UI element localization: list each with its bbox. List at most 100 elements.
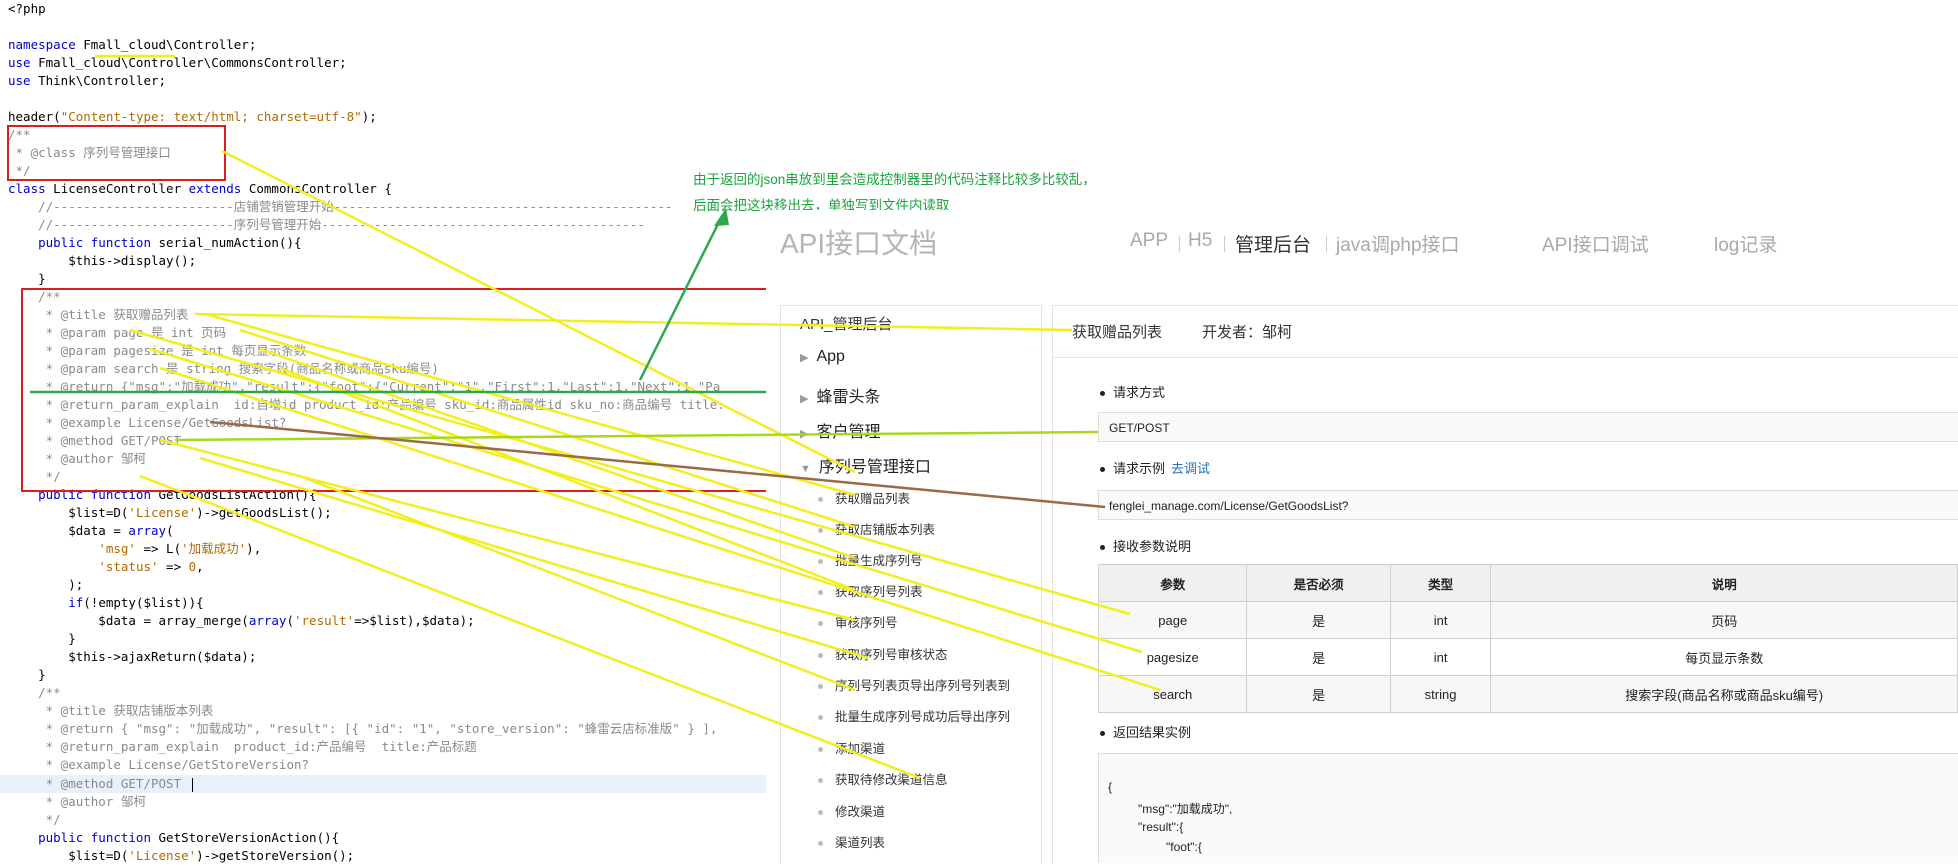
- bullet-icon: [818, 684, 823, 690]
- result-line: "result":{: [1138, 820, 1184, 834]
- sidebar-title: API_管理后台: [800, 316, 893, 333]
- bullet-icon: [818, 653, 823, 659]
- sidebar-item[interactable]: 获取序列号列表: [818, 581, 923, 600]
- bullet-icon: [818, 810, 823, 816]
- code-line[interactable]: <?php: [8, 0, 46, 18]
- result-line: {: [1108, 780, 1113, 794]
- code-line[interactable]: 'status' => 0,: [8, 558, 203, 576]
- example-url-value: fenglei_manage.com/License/GetGoodsList?: [1098, 490, 1958, 520]
- sidebar-item[interactable]: 获取待修改渠道信息: [818, 769, 948, 788]
- code-line[interactable]: use Fmall_cloud\Controller\CommonsContro…: [8, 54, 347, 72]
- code-line[interactable]: if(!empty($list)){: [8, 594, 203, 612]
- sidebar-item[interactable]: 审核序列号: [818, 612, 898, 631]
- bullet-icon: [818, 528, 823, 534]
- table-header: 类型: [1389, 564, 1492, 602]
- table-cell: 搜索字段(商品名称或商品sku编号): [1490, 675, 1958, 713]
- highlight-box-method-comment: [21, 288, 768, 492]
- request-method-value: GET/POST: [1098, 412, 1958, 442]
- code-line[interactable]: * @example License/GetStoreVersion?: [8, 756, 309, 774]
- table-cell: page: [1097, 601, 1248, 639]
- code-line[interactable]: * @author 邹柯: [8, 793, 146, 811]
- params-table: 参数 是否必须 类型 说明 page 是 int 页码 pagesize 是 i…: [1097, 564, 1958, 713]
- table-cell: int: [1389, 601, 1492, 639]
- bullet-icon: [818, 621, 823, 627]
- code-line[interactable]: */: [8, 811, 61, 829]
- section-result: 返回结果实例: [1100, 722, 1191, 741]
- table-cell: 每页显示条数: [1490, 638, 1958, 676]
- table-row: page 是 int 页码: [1097, 601, 1958, 639]
- code-line[interactable]: public function serial_numAction(){: [8, 234, 301, 252]
- nav-admin[interactable]: 管理后台: [1235, 230, 1311, 257]
- sidebar-group-toutiao[interactable]: ▶ 蜂雷头条: [800, 383, 880, 407]
- nav-app[interactable]: APP: [1130, 230, 1168, 252]
- bullet-icon: [818, 559, 823, 565]
- sidebar-group-customer[interactable]: ▶ 客户管理: [800, 418, 880, 442]
- table-cell: 是: [1246, 675, 1391, 713]
- section-params: 接收参数说明: [1100, 536, 1191, 555]
- code-line[interactable]: }: [8, 270, 46, 288]
- code-line[interactable]: //------------------------序列号管理开始-------…: [8, 216, 645, 234]
- code-line[interactable]: 'msg' => L('加载成功'),: [8, 540, 261, 558]
- nav-divider: [1326, 236, 1327, 252]
- table-cell: int: [1389, 638, 1492, 676]
- result-line: "msg":"加载成功",: [1138, 802, 1233, 816]
- app-logo: API接口文档: [780, 228, 938, 259]
- code-line[interactable]: class LicenseController extends CommonsC…: [8, 180, 392, 198]
- code-line[interactable]: use Think\Controller;: [8, 72, 166, 90]
- sidebar-item[interactable]: 修改渠道: [818, 801, 885, 820]
- table-header: 是否必须: [1246, 564, 1391, 602]
- nav-api-debug[interactable]: API接口调试: [1542, 230, 1649, 257]
- code-line[interactable]: * @return { "msg": "加载成功", "result": [{ …: [8, 720, 718, 738]
- page-title: 获取赠品列表: [1072, 324, 1163, 341]
- code-line[interactable]: }: [8, 630, 76, 648]
- sidebar-item[interactable]: 序列号列表页导出序列号列表到: [818, 675, 1010, 694]
- bullet-icon: [818, 497, 823, 503]
- nav-h5[interactable]: H5: [1188, 230, 1212, 252]
- result-line: "foot":{: [1166, 840, 1202, 854]
- annotation-text: 由于返回的json串放到里会造成控制器里的代码注释比较多比较乱，: [693, 172, 1096, 187]
- caret-down-icon: ▼: [800, 463, 811, 475]
- caret-right-icon: ▶: [800, 428, 809, 440]
- table-cell: string: [1389, 675, 1492, 713]
- code-editor[interactable]: <?php namespace Fmall_cloud\Controller; …: [0, 0, 768, 865]
- code-line[interactable]: $list=D('License')->getStoreVersion();: [8, 847, 354, 865]
- caret-right-icon: ▶: [800, 352, 809, 364]
- nav-divider: [1224, 236, 1225, 252]
- bullet-icon: [818, 841, 823, 847]
- table-cell: 是: [1246, 638, 1391, 676]
- code-line[interactable]: $this->display();: [8, 252, 196, 270]
- code-line[interactable]: $this->ajaxReturn($data);: [8, 648, 256, 666]
- sidebar-item[interactable]: 添加渠道: [818, 738, 885, 757]
- code-line[interactable]: }: [8, 666, 46, 684]
- code-line[interactable]: $data = array_merge(array('result'=>$lis…: [8, 612, 474, 630]
- code-line[interactable]: * @return_param_explain product_id:产品编号 …: [8, 738, 477, 756]
- nav-java-php[interactable]: java调php接口: [1336, 230, 1460, 257]
- bullet-icon: [818, 590, 823, 596]
- code-line[interactable]: * @method GET/POST: [8, 775, 193, 793]
- sidebar-group-license[interactable]: ▼ 序列号管理接口: [800, 453, 931, 477]
- code-line[interactable]: );: [8, 576, 83, 594]
- code-line[interactable]: namespace Fmall_cloud\Controller;: [8, 36, 256, 54]
- code-line[interactable]: /**: [8, 684, 61, 702]
- sidebar-item[interactable]: 获取店铺版本列表: [818, 519, 935, 538]
- code-line[interactable]: * @title 获取店铺版本列表: [8, 702, 214, 720]
- table-row: pagesize 是 int 每页显示条数: [1097, 638, 1958, 676]
- bullet-icon: [818, 747, 823, 753]
- developer-label: 开发者：邹柯: [1202, 324, 1293, 341]
- table-cell: pagesize: [1097, 638, 1248, 676]
- code-line[interactable]: //------------------------店铺营销管理开始------…: [8, 198, 672, 216]
- sidebar-item[interactable]: 获取赠品列表: [818, 488, 910, 507]
- bullet-icon: [818, 778, 823, 784]
- sidebar-item[interactable]: 批量生成序列号成功后导出序列: [818, 706, 1010, 725]
- code-line[interactable]: public function GetStoreVersionAction(){: [8, 829, 339, 847]
- nav-log[interactable]: log记录: [1714, 230, 1777, 257]
- code-line[interactable]: header("Content-type: text/html; charset…: [8, 108, 377, 126]
- sidebar-group-app[interactable]: ▶ App: [800, 348, 845, 366]
- try-debug-link[interactable]: 去调试: [1171, 461, 1210, 476]
- sidebar-item[interactable]: 批量生成序列号: [818, 550, 923, 569]
- code-line[interactable]: $data = array(: [8, 522, 173, 540]
- code-line[interactable]: $list=D('License')->getGoodsList();: [8, 504, 331, 522]
- sidebar-item[interactable]: 获取序列号审核状态: [818, 644, 948, 663]
- sidebar-item[interactable]: 渠道列表: [818, 832, 885, 851]
- table-row: search 是 string 搜索字段(商品名称或商品sku编号): [1097, 675, 1958, 713]
